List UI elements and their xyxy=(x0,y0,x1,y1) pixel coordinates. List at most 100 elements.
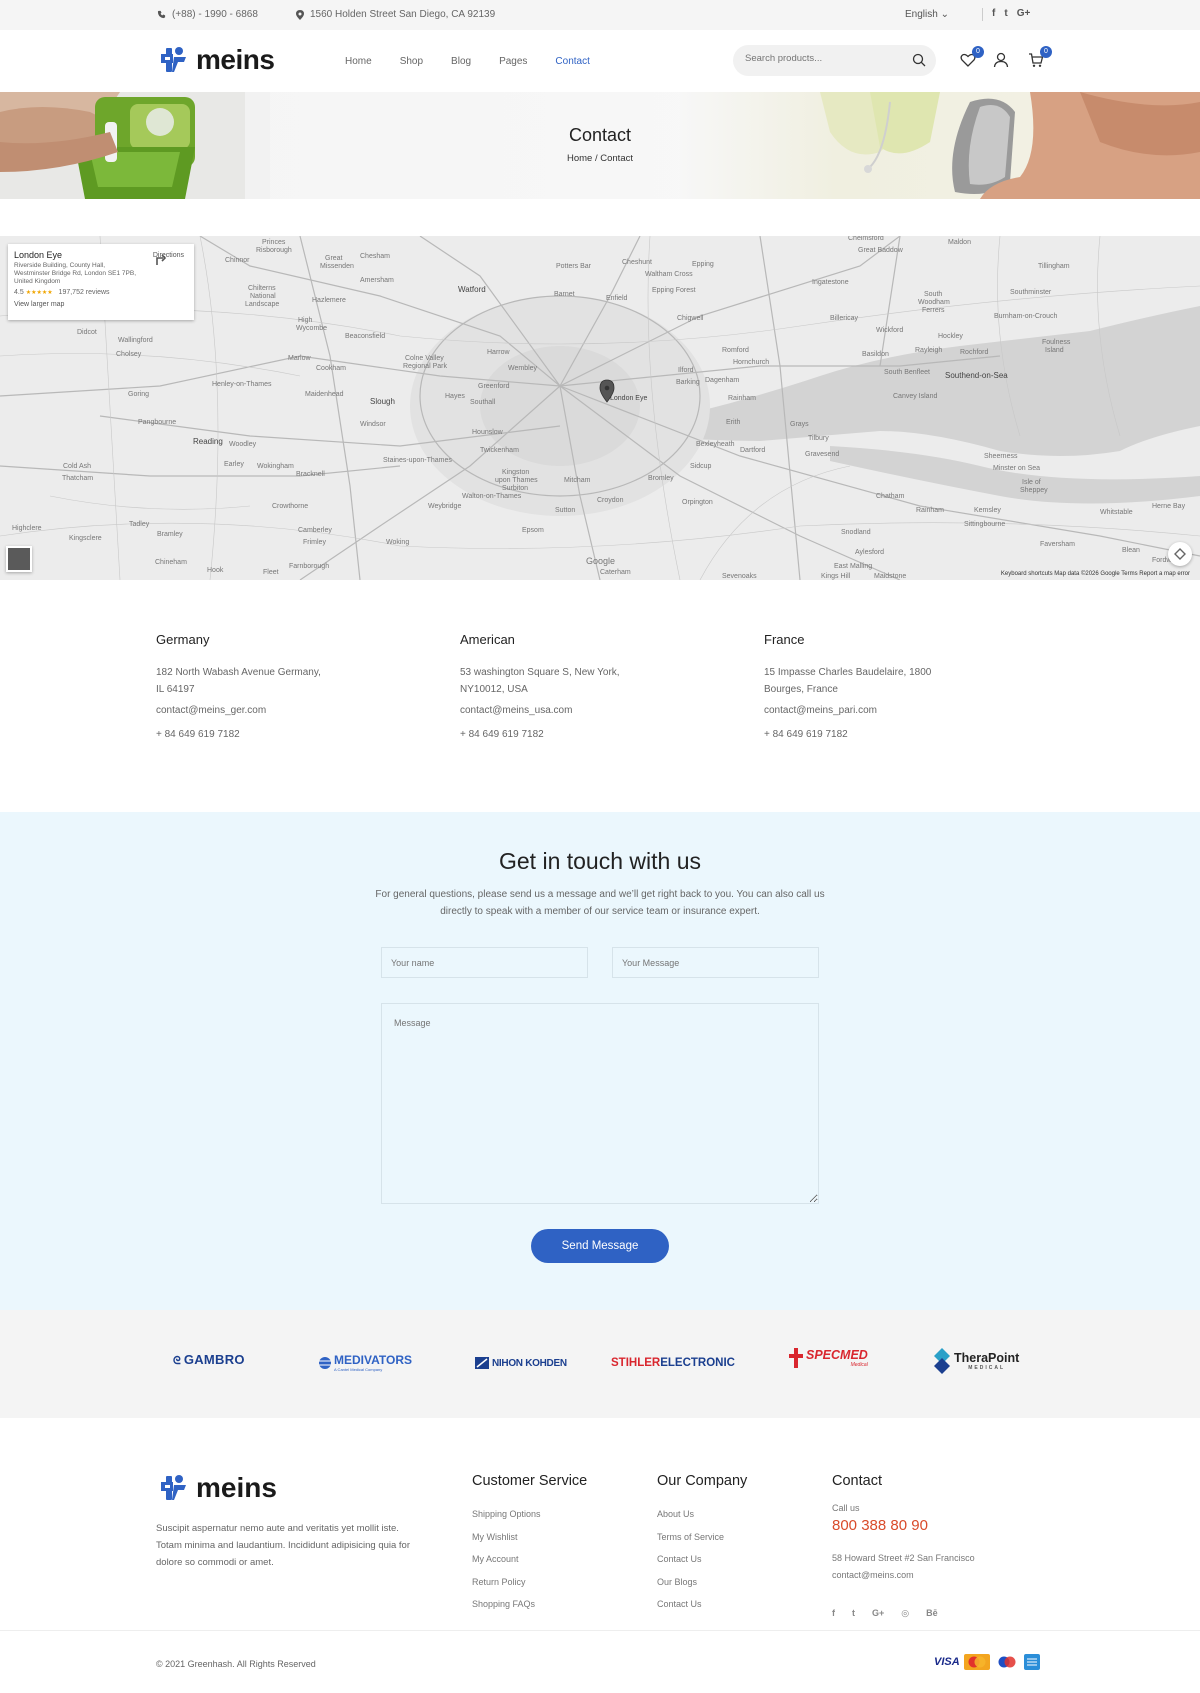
send-message-button[interactable]: Send Message xyxy=(531,1229,669,1263)
nav-pages[interactable]: Pages xyxy=(499,56,527,67)
view-larger-map-link[interactable]: View larger map xyxy=(14,301,188,308)
svg-text:Cheshunt: Cheshunt xyxy=(622,259,652,266)
brand-specmed-sub: Medical xyxy=(850,1362,868,1368)
logo-mark-icon xyxy=(161,1475,186,1500)
map-rating-value: 4.5 xyxy=(14,289,24,296)
instagram-icon[interactable]: ◎ xyxy=(901,1608,909,1619)
language-selector[interactable]: English ⌄ xyxy=(905,9,949,20)
google-plus-icon[interactable]: G+ xyxy=(1017,8,1031,19)
cart-button[interactable]: 0 xyxy=(1028,46,1052,70)
svg-text:Croydon: Croydon xyxy=(597,497,624,504)
search-icon[interactable] xyxy=(912,53,926,67)
office-email[interactable]: contact@meins_pari.com xyxy=(764,705,1024,716)
brand-gambro[interactable]: ᘓ GAMBRO xyxy=(173,1352,245,1368)
office-email[interactable]: contact@meins_usa.com xyxy=(460,705,720,716)
footer-link[interactable]: Return Policy xyxy=(472,1571,587,1594)
svg-text:Southall: Southall xyxy=(470,399,496,406)
directions-button[interactable]: Directions xyxy=(153,252,184,265)
main-header: meins Home Shop Blog Pages Contact 0 0 xyxy=(0,30,1200,92)
svg-text:Southend-on-Sea: Southend-on-Sea xyxy=(945,371,1008,380)
map-attribution[interactable]: Keyboard shortcuts Map data ©2026 Google… xyxy=(1001,571,1190,577)
footer-logo[interactable]: meins xyxy=(160,1472,277,1504)
svg-text:Slough: Slough xyxy=(370,397,395,406)
payment-methods: VISA xyxy=(934,1654,1040,1670)
chevron-down-icon: ⌄ xyxy=(940,9,949,20)
svg-text:Regional Park: Regional Park xyxy=(403,363,447,370)
svg-text:Earley: Earley xyxy=(224,461,244,468)
map-rating: 4.5 ★★★★★ 197,752 reviews xyxy=(14,289,188,296)
nav-blog[interactable]: Blog xyxy=(451,56,471,67)
twitter-icon[interactable]: t xyxy=(852,1608,855,1619)
brand-medivators[interactable]: MEDIVATORS A Cantel Medical Company xyxy=(318,1353,412,1372)
footer-link[interactable]: Shopping FAQs xyxy=(472,1593,587,1616)
footer-link[interactable]: Contact Us xyxy=(657,1548,747,1571)
breadcrumb-home[interactable]: Home xyxy=(567,153,592,164)
brand-therapoint[interactable]: TheraPoint MEDICAL xyxy=(934,1348,1019,1374)
footer-email[interactable]: contact@meins.com xyxy=(832,1567,975,1584)
google-plus-icon[interactable]: G+ xyxy=(872,1608,884,1619)
svg-text:Island: Island xyxy=(1045,347,1064,354)
office-name: Germany xyxy=(156,632,210,647)
svg-text:Gravesend: Gravesend xyxy=(805,451,839,458)
office-american: American 53 washington Square S, New Yor… xyxy=(460,632,720,740)
brand-nihon-kohden[interactable]: NIHON KOHDEN xyxy=(475,1357,567,1369)
nav-shop[interactable]: Shop xyxy=(400,56,423,67)
logo[interactable]: meins xyxy=(160,44,275,76)
footer-phone[interactable]: 800 388 80 90 xyxy=(832,1517,975,1534)
map-fullscreen-button[interactable] xyxy=(1168,542,1192,566)
svg-text:Burnham-on-Crouch: Burnham-on-Crouch xyxy=(994,313,1058,320)
footer-link[interactable]: Shipping Options xyxy=(472,1503,587,1526)
svg-text:Rainham: Rainham xyxy=(916,507,944,514)
facebook-icon[interactable]: f xyxy=(832,1608,835,1619)
svg-text:Kingston: Kingston xyxy=(502,469,529,476)
brand-specmed[interactable]: SPECMED Medical xyxy=(789,1348,868,1368)
svg-text:Cold Ash: Cold Ash xyxy=(63,463,91,470)
office-address-line1: 182 North Wabash Avenue Germany, xyxy=(156,667,321,678)
svg-text:Dagenham: Dagenham xyxy=(705,377,739,384)
svg-text:Hockley: Hockley xyxy=(938,333,963,340)
footer-link[interactable]: About Us xyxy=(657,1503,747,1526)
footer-link[interactable]: Terms of Service xyxy=(657,1526,747,1549)
svg-text:National: National xyxy=(250,293,276,300)
message-field[interactable] xyxy=(381,1003,819,1204)
brand-stihler[interactable]: STIHLERELECTRONIC xyxy=(611,1357,735,1369)
svg-text:Goring: Goring xyxy=(128,391,149,398)
top-bar: (+88) - 1990 - 6868 1560 Holden Street S… xyxy=(0,0,1200,30)
footer-link[interactable]: Our Blogs xyxy=(657,1571,747,1594)
svg-text:Great Baddow: Great Baddow xyxy=(858,247,904,254)
main-nav: Home Shop Blog Pages Contact xyxy=(345,56,590,67)
google-map[interactable]: Princes Risborough Chinnor Great Missenden … xyxy=(0,236,1200,580)
twitter-icon[interactable]: t xyxy=(1004,8,1007,19)
footer-link[interactable]: My Account xyxy=(472,1548,587,1571)
svg-text:Barnet: Barnet xyxy=(554,291,575,298)
name-field[interactable] xyxy=(381,947,588,978)
footer-link[interactable]: My Wishlist xyxy=(472,1526,587,1549)
nav-contact[interactable]: Contact xyxy=(555,56,589,67)
page-banner: Contact Home / Contact xyxy=(0,92,1200,199)
email-field[interactable] xyxy=(612,947,819,978)
svg-text:Whitstable: Whitstable xyxy=(1100,509,1133,516)
office-email[interactable]: contact@meins_ger.com xyxy=(156,705,416,716)
map-reviews-link[interactable]: 197,752 reviews xyxy=(59,289,110,296)
footer-call-label: Call us xyxy=(832,1503,860,1513)
search-input[interactable] xyxy=(745,53,905,64)
svg-text:Waltham Cross: Waltham Cross xyxy=(645,271,693,278)
svg-text:Maidstone: Maidstone xyxy=(874,573,906,580)
map-type-toggle[interactable] xyxy=(6,546,32,572)
footer-link[interactable]: Contact Us xyxy=(657,1593,747,1616)
svg-text:Bramley: Bramley xyxy=(157,531,183,538)
behance-icon[interactable]: Bē xyxy=(926,1608,938,1619)
svg-text:Billericay: Billericay xyxy=(830,315,859,322)
svg-text:Mitcham: Mitcham xyxy=(564,477,591,484)
svg-text:Watford: Watford xyxy=(458,285,486,294)
cart-count: 0 xyxy=(1040,46,1052,58)
wishlist-button[interactable]: 0 xyxy=(960,46,984,70)
office-address-line2: Bourges, France xyxy=(764,684,838,695)
svg-text:Kemsley: Kemsley xyxy=(974,507,1001,514)
nav-home[interactable]: Home xyxy=(345,56,372,67)
facebook-icon[interactable]: f xyxy=(992,8,995,19)
account-button[interactable] xyxy=(993,52,1011,70)
svg-text:Walton-on-Thames: Walton-on-Thames xyxy=(462,493,522,500)
svg-text:Wembley: Wembley xyxy=(508,365,538,372)
footer-our-company: Our Company About Us Terms of Service Co… xyxy=(657,1473,747,1616)
